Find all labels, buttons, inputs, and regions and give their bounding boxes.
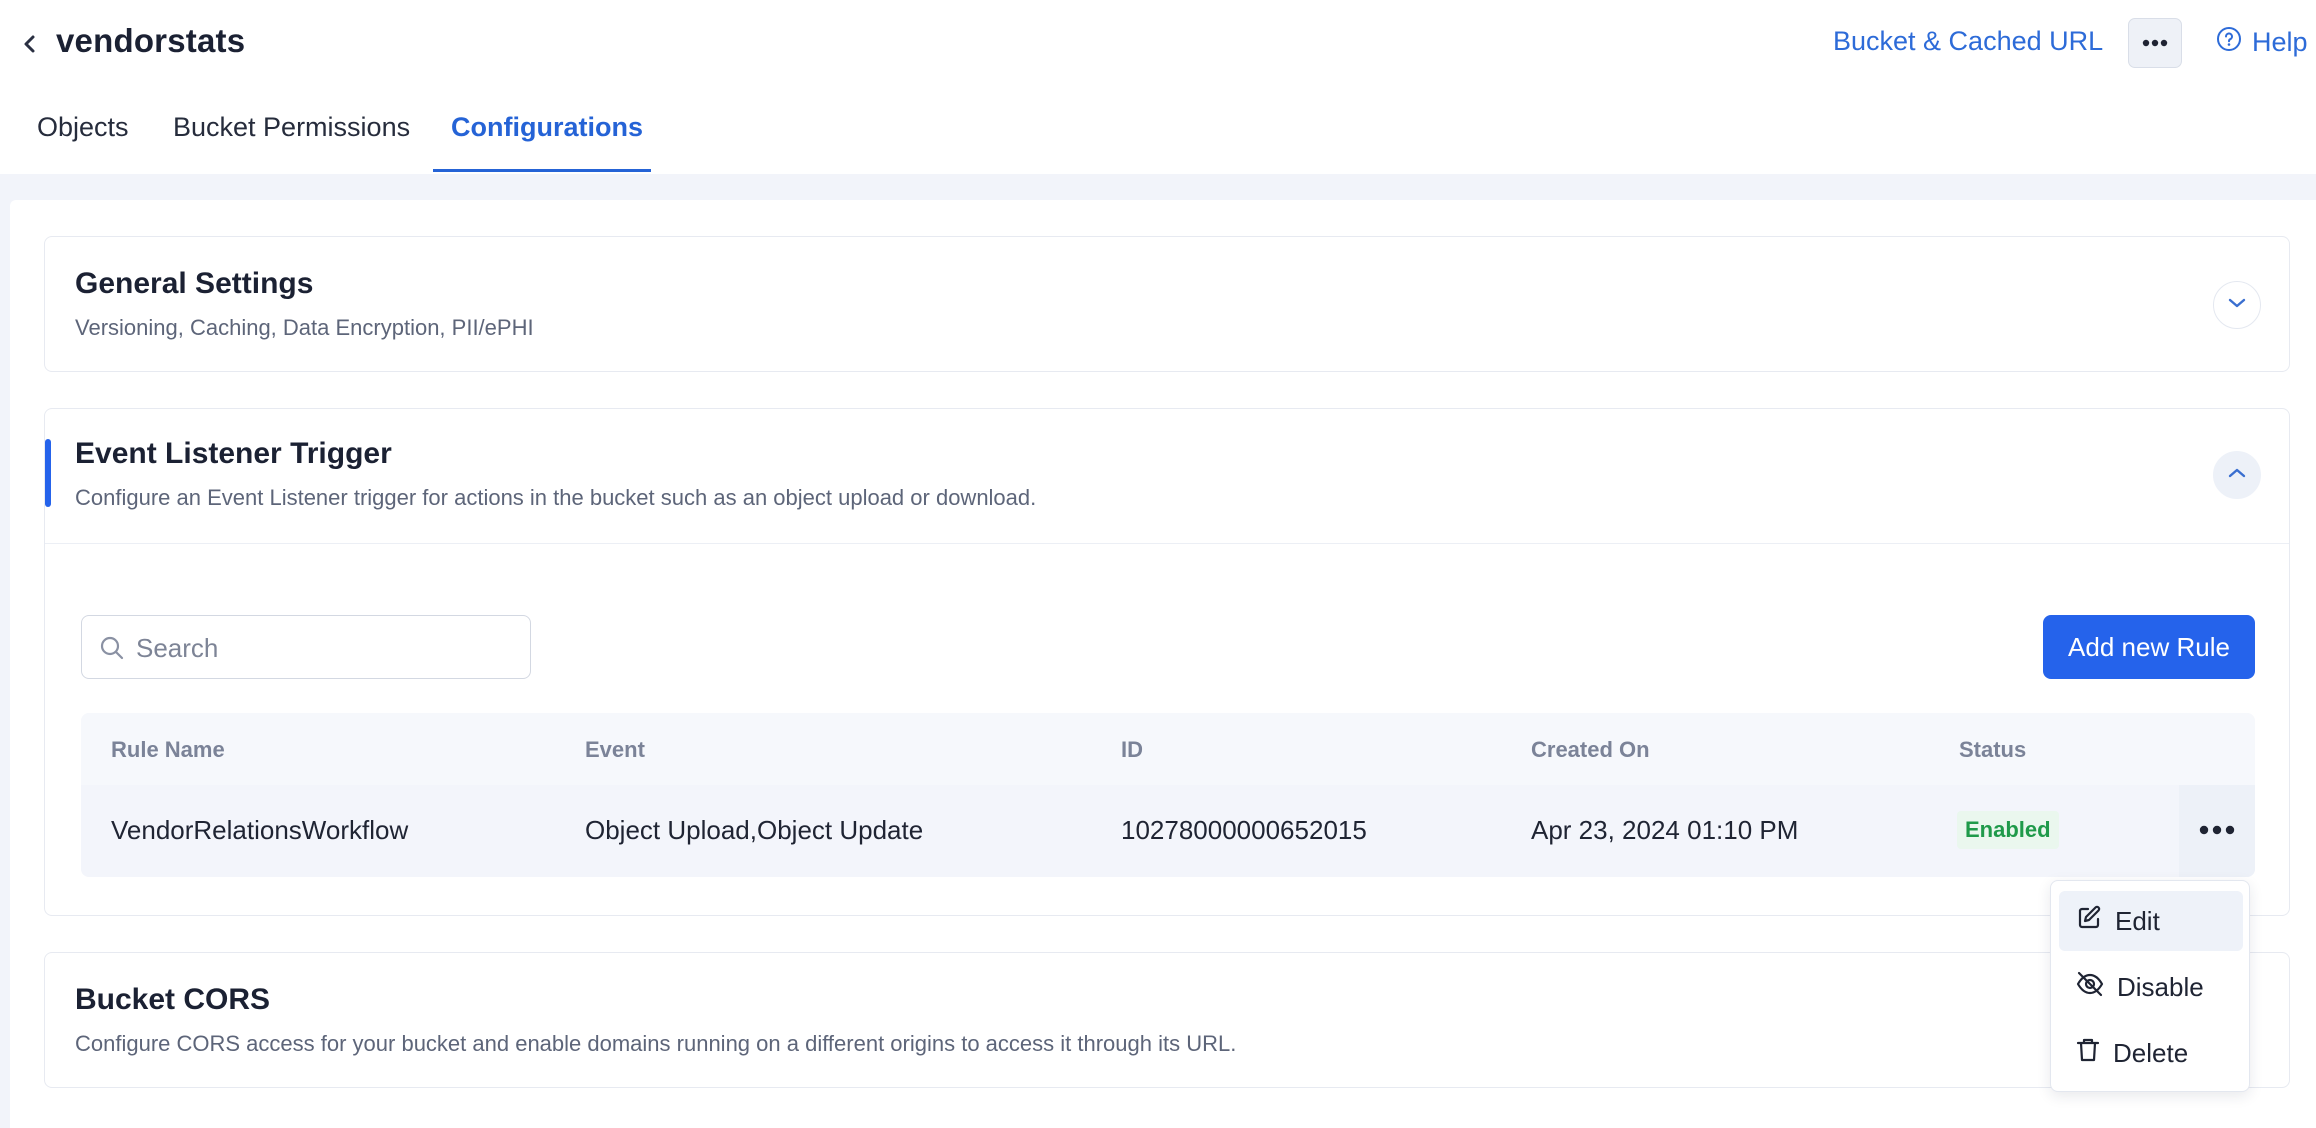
menu-item-disable[interactable]: Disable: [2059, 957, 2243, 1017]
tab-configurations[interactable]: Configurations: [451, 112, 643, 143]
rules-table: Rule Name Event ID Created On Status Ven…: [81, 713, 2255, 877]
event-listener-title: Event Listener Trigger: [75, 437, 392, 470]
search-input[interactable]: [136, 626, 516, 670]
menu-item-edit[interactable]: Edit: [2059, 891, 2243, 951]
general-settings-description: Versioning, Caching, Data Encryption, PI…: [75, 315, 534, 340]
search-icon: [98, 634, 126, 662]
more-options-button[interactable]: [2128, 18, 2182, 68]
help-label: Help: [2252, 27, 2308, 57]
top-bar: vendorstats Bucket & Cached URL Help: [0, 0, 2316, 88]
eye-off-icon: [2075, 970, 2105, 1005]
chevron-down-icon: [2227, 296, 2247, 314]
event-listener-description: Configure an Event Listener trigger for …: [75, 485, 1037, 510]
table-row[interactable]: VendorRelationsWorkflow Object Upload,Ob…: [81, 785, 2255, 877]
cell-event: Object Upload,Object Update: [585, 815, 924, 845]
bucket-cors-description: Configure CORS access for your bucket an…: [75, 1031, 1237, 1056]
column-header-created-on[interactable]: Created On: [1531, 737, 1650, 763]
event-listener-section: Event Listener Trigger Configure an Even…: [44, 408, 2290, 916]
edit-icon: [2075, 904, 2103, 939]
table-header: Rule Name Event ID Created On Status: [81, 713, 2255, 785]
add-new-rule-button[interactable]: Add new Rule: [2043, 615, 2255, 679]
menu-item-delete[interactable]: Delete: [2059, 1023, 2243, 1083]
cell-rule-name: VendorRelationsWorkflow: [111, 815, 409, 845]
status-badge: Enabled: [1957, 811, 2059, 849]
column-header-event[interactable]: Event: [585, 737, 645, 763]
section-accent-bar: [45, 439, 51, 507]
active-tab-indicator: [433, 169, 651, 172]
column-header-id[interactable]: ID: [1121, 737, 1143, 763]
menu-item-label: Disable: [2117, 971, 2204, 1002]
tab-bucket-permissions[interactable]: Bucket Permissions: [173, 112, 410, 143]
tab-bar: Objects Bucket Permissions Configuration…: [0, 96, 2316, 174]
cell-id: 10278000000652015: [1121, 815, 1367, 845]
tab-objects[interactable]: Objects: [37, 112, 129, 143]
trash-icon: [2075, 1036, 2101, 1071]
help-circle-icon: [2216, 26, 2242, 59]
help-link[interactable]: Help: [2216, 26, 2308, 59]
chevron-up-icon: [2227, 466, 2247, 484]
chevron-left-icon[interactable]: [18, 28, 42, 60]
event-listener-collapse-button[interactable]: [2213, 451, 2261, 499]
section-divider: [45, 543, 2289, 544]
row-actions-button[interactable]: [2179, 785, 2255, 877]
general-settings-title: General Settings: [75, 267, 314, 300]
cell-created-on: Apr 23, 2024 01:10 PM: [1531, 815, 1799, 845]
column-header-rule-name[interactable]: Rule Name: [111, 737, 225, 763]
search-field[interactable]: [81, 615, 531, 679]
menu-item-label: Edit: [2115, 905, 2160, 936]
row-actions-menu: Edit Disable Delete: [2050, 880, 2250, 1092]
bucket-cached-url-link[interactable]: Bucket & Cached URL: [1833, 26, 2103, 57]
more-horizontal-icon: [2199, 822, 2235, 840]
general-settings-section[interactable]: General Settings Versioning, Caching, Da…: [44, 236, 2290, 372]
bucket-cors-title: Bucket CORS: [75, 983, 271, 1016]
column-header-status[interactable]: Status: [1959, 737, 2026, 763]
page-title: vendorstats: [56, 22, 246, 59]
general-settings-expand-button[interactable]: [2213, 281, 2261, 329]
menu-item-label: Delete: [2113, 1037, 2189, 1068]
bucket-cors-section[interactable]: Bucket CORS Configure CORS access for yo…: [44, 952, 2290, 1088]
more-horizontal-icon: [2142, 34, 2168, 52]
